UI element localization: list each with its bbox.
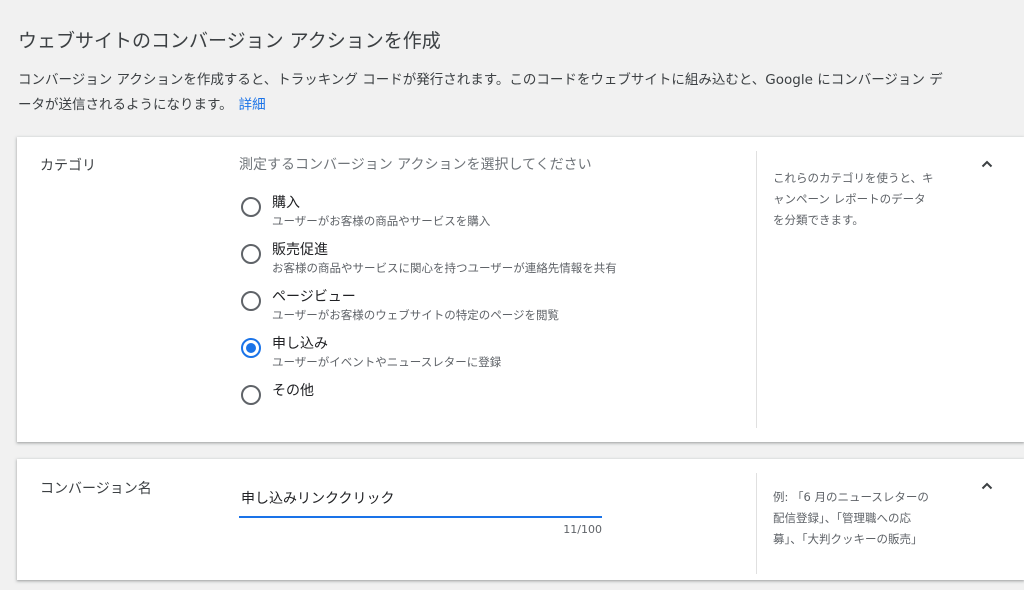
character-counter: 11/100 [563,523,602,536]
intro-line-1: コンバージョン アクションを作成すると、トラッキング コードが発行されます。この… [18,72,943,88]
intro-line-2-wrapper: ータが送信されるようになります。 詳細 [18,93,1024,118]
option-description: ユーザーがイベントやニュースレターに登録 [272,355,502,369]
option-title: 申し込み [272,336,328,352]
radio-purchase[interactable] [241,197,261,217]
conversion-name-card: コンバージョン名 11/100 例: 「6 月のニュースレターの 配信登録」、「… [17,459,1024,580]
radio-other[interactable] [241,385,261,405]
chevron-up-icon[interactable] [979,156,995,172]
page-title: ウェブサイトのコンバージョン アクションを作成 [18,30,441,52]
option-title: ページビュー [272,289,356,305]
details-link[interactable]: 詳細 [239,97,266,113]
intro-line-2: ータが送信されるようになります。 [18,97,233,113]
category-card: カテゴリ 測定するコンバージョン アクションを選択してください 購入 ユーザーが… [17,137,1024,442]
conversion-name-input[interactable] [239,479,602,517]
option-title: 販売促進 [272,242,328,258]
intro-text: コンバージョン アクションを作成すると、トラッキング コードが発行されます。この… [18,68,1024,118]
chevron-up-icon[interactable] [979,478,995,494]
conversion-name-help-text: 例: 「6 月のニュースレターの 配信登録」、「管理職への応 募」、「大判クッキ… [773,487,963,550]
radio-page-view[interactable] [241,291,261,311]
help-line: 例: 「6 月のニュースレターの [773,490,929,504]
help-line: を分類できます。 [773,213,864,227]
radio-signup[interactable] [241,338,261,358]
option-title: 購入 [272,195,300,211]
card-divider [756,151,757,428]
help-line: 配信登録」、「管理職への応 [773,511,911,525]
option-description: ユーザーがお客様のウェブサイトの特定のページを閲覧 [272,308,560,322]
category-prompt: 測定するコンバージョン アクションを選択してください [239,157,592,173]
option-description: お客様の商品やサービスに関心を持つユーザーが連絡先情報を共有 [272,261,617,275]
card-divider [756,473,757,574]
category-help-text: これらのカテゴリを使うと、キ ャンペーン レポートのデータ を分類できます。 [773,168,963,231]
conversion-name-field[interactable] [239,479,602,519]
input-underline [239,516,602,518]
radio-lead[interactable] [241,244,261,264]
category-label: カテゴリ [40,158,96,174]
help-line: 募」、「大判クッキーの販売」 [773,532,923,546]
option-title: その他 [272,383,314,399]
option-description: ユーザーがお客様の商品やサービスを購入 [272,214,491,228]
help-line: ャンペーン レポートのデータ [773,192,926,206]
conversion-name-label: コンバージョン名 [40,481,152,497]
help-line: これらのカテゴリを使うと、キ [773,171,934,185]
